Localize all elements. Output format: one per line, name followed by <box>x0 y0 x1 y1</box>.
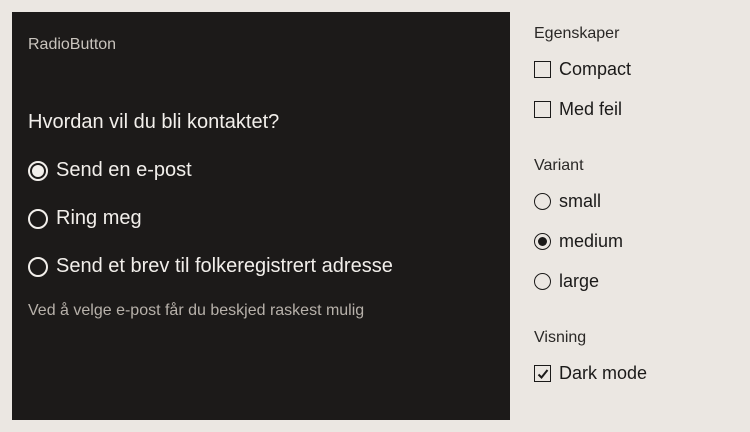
radio-group-legend: Hvordan vil du bli kontaktet? <box>28 111 280 133</box>
radio-unchecked-icon <box>534 273 551 290</box>
controls-panel: Egenskaper Compact Med feil Variant smal… <box>534 0 744 432</box>
radio-unchecked-icon <box>534 193 551 210</box>
preview-area: RadioButton Hvordan vil du bli kontaktet… <box>12 12 510 420</box>
radio-option-phone[interactable]: Ring meg <box>28 207 142 230</box>
compact-checkbox[interactable]: Compact <box>534 59 631 80</box>
dark-mode-label: Dark mode <box>559 363 648 383</box>
display-label: Visning <box>534 329 587 346</box>
radio-option-email[interactable]: Send en e-post <box>28 159 192 182</box>
variant-label: Variant <box>534 157 584 174</box>
dark-mode-checkbox[interactable]: Dark mode <box>534 363 647 384</box>
checkbox-unchecked-icon <box>534 61 551 78</box>
variant-small-radio[interactable]: small <box>534 191 601 212</box>
radio-option-letter[interactable]: Send et brev til folkeregistrert adresse <box>28 255 393 278</box>
radio-checked-icon <box>534 233 551 250</box>
radio-checked-icon <box>28 160 48 181</box>
compact-label: Compact <box>559 59 632 79</box>
radio-option-label: Send et brev til folkeregistrert adresse <box>56 255 393 277</box>
variant-large-radio[interactable]: large <box>534 271 599 292</box>
checkbox-unchecked-icon <box>534 101 551 118</box>
component-name: RadioButton <box>28 36 117 53</box>
checkmark-icon <box>534 365 551 382</box>
error-checkbox[interactable]: Med feil <box>534 99 622 120</box>
properties-label: Egenskaper <box>534 25 620 42</box>
variant-small-label: small <box>559 191 602 211</box>
error-label: Med feil <box>559 99 623 119</box>
radio-option-label: Ring meg <box>56 207 142 229</box>
variant-medium-label: medium <box>559 231 624 251</box>
variant-large-label: large <box>559 271 600 291</box>
variant-medium-radio[interactable]: medium <box>534 231 623 252</box>
radio-unchecked-icon <box>28 208 48 229</box>
radio-unchecked-icon <box>28 256 48 277</box>
helper-text: Ved å velge e-post får du beskjed raskes… <box>28 302 365 319</box>
radio-option-label: Send en e-post <box>56 159 192 181</box>
